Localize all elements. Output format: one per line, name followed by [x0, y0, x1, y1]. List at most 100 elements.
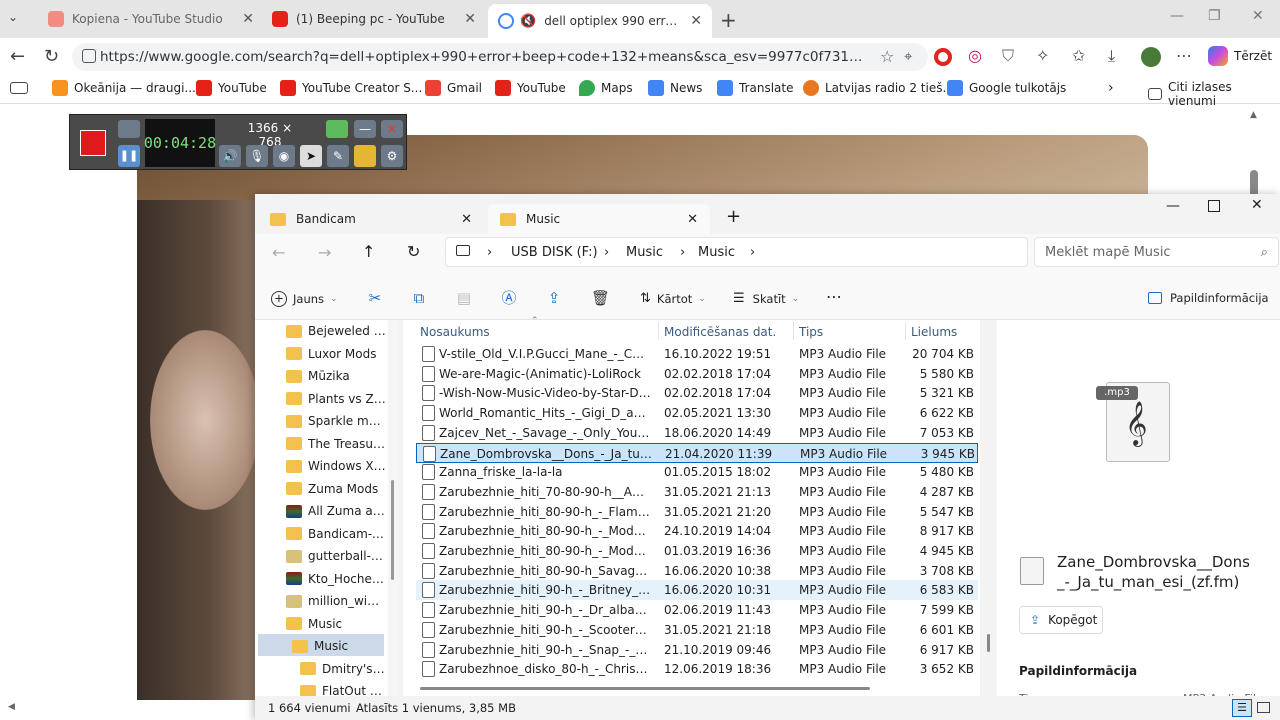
chevron-right-icon[interactable]: ›: [1108, 80, 1114, 96]
bookmark-item[interactable]: Latvijas radio 2 tieš...: [803, 80, 954, 96]
column-header-size[interactable]: Lielums: [911, 325, 957, 339]
tab-actions-button[interactable]: ⌄: [8, 10, 30, 28]
folder-icon[interactable]: [354, 145, 376, 167]
file-row[interactable]: Zarubezhnie_hiti_90-h_-_Snap_-_Rhythm...…: [416, 640, 978, 660]
restore-icon[interactable]: ❐: [1208, 8, 1221, 24]
minimize-icon[interactable]: —: [354, 120, 376, 138]
explorer-tab-music[interactable]: Music ✕: [488, 204, 710, 234]
tree-item[interactable]: gutterball-3-ma: [286, 545, 386, 567]
copilot-button[interactable]: Tērzēt: [1208, 46, 1272, 66]
search-input[interactable]: Meklēt mapē Music ⌕: [1034, 237, 1279, 267]
bookmark-item[interactable]: Gmail: [425, 80, 482, 96]
new-button[interactable]: + Jauns ⌄: [271, 291, 338, 307]
tree-item[interactable]: Dmitry's mus: [300, 658, 386, 680]
downloads-icon[interactable]: ⤓: [1108, 46, 1128, 66]
extension-icon[interactable]: ◎: [968, 46, 988, 66]
minimize-icon[interactable]: —: [1166, 198, 1180, 214]
details-pane-button[interactable]: Papildinformācija: [1148, 291, 1269, 305]
more-options-icon[interactable]: ⋯: [826, 287, 842, 306]
back-icon[interactable]: ←: [10, 46, 25, 67]
tree-item[interactable]: Mūzika: [286, 365, 386, 387]
webcam-icon[interactable]: ◉: [273, 145, 295, 167]
file-row[interactable]: V-stile_Old_V.I.P.Gucci_Mane_-_Coca_Co..…: [416, 344, 978, 364]
up-icon[interactable]: ↑: [362, 242, 375, 261]
favorites-icon[interactable]: ✩: [1072, 46, 1092, 66]
tree-item[interactable]: Music: [292, 635, 392, 657]
file-row[interactable]: Zarubezhnie_hiti_80-90-h_-_Modern_Talk..…: [416, 541, 978, 561]
file-row[interactable]: World_Romantic_Hits_-_Gigi_D_agostino...…: [416, 403, 978, 423]
close-window-icon[interactable]: ✕: [1251, 197, 1263, 213]
file-row[interactable]: Zarubezhnie_hiti_70-80-90-h__ABBA_-_M...…: [416, 482, 978, 502]
column-header-name[interactable]: Nosaukums: [420, 325, 490, 339]
close-tab-icon[interactable]: ✕: [687, 212, 698, 227]
scroll-thumb[interactable]: [391, 480, 394, 580]
file-row[interactable]: Zarubezhnie_hiti_90-h_-_Scooter_-_Fire_(…: [416, 620, 978, 640]
pause-button[interactable]: ❚❚: [118, 145, 140, 167]
tree-item[interactable]: The Treasures of: [286, 433, 386, 455]
file-row[interactable]: Zarubezhnie_hiti_80-90-h_Savage_-_Dont..…: [416, 561, 978, 581]
new-tab-button[interactable]: +: [726, 206, 741, 227]
browser-tab-beeping-pc[interactable]: (1) Beeping pc - YouTube ✕: [262, 4, 486, 34]
paste-icon[interactable]: ▤: [456, 290, 472, 306]
bookmark-item[interactable]: Translate: [717, 80, 794, 96]
close-tab-icon[interactable]: ✕: [464, 11, 476, 27]
close-tab-icon[interactable]: ✕: [242, 11, 254, 27]
speaker-icon[interactable]: 🔊: [219, 145, 241, 167]
column-header-date[interactable]: Modificēšanas dat.: [664, 325, 776, 339]
muted-speaker-icon[interactable]: 🔇: [520, 14, 536, 29]
tree-item[interactable]: Plants vs Zombies: [286, 388, 386, 410]
scroll-left-icon[interactable]: ◀: [8, 702, 15, 712]
bookmark-item[interactable]: YouTube: [495, 80, 566, 96]
sidebar-toggle-icon[interactable]: [10, 82, 28, 94]
more-menu-icon[interactable]: ⋯: [1176, 46, 1196, 66]
tree-item[interactable]: Bejeweled mods: [286, 320, 386, 342]
breadcrumb-item[interactable]: Music: [698, 245, 735, 260]
delete-icon[interactable]: 🗑: [591, 290, 610, 306]
share-icon[interactable]: ⇪: [546, 290, 562, 306]
file-row[interactable]: Zane_Dombrovska__Dons_-_Ja_tu_man_e... 21…: [416, 442, 978, 463]
copy-icon[interactable]: ⧉: [411, 290, 427, 306]
shield-icon[interactable]: ⛉: [1002, 46, 1022, 66]
gear-icon[interactable]: ⚙: [381, 145, 403, 167]
list-scroll-thumb[interactable]: [987, 634, 990, 652]
favorite-star-icon[interactable]: ☆: [880, 47, 894, 66]
file-row[interactable]: Zarubezhnie_hiti_90-h_-_Dr_alban_-_Its_.…: [416, 600, 978, 620]
breadcrumb-item[interactable]: Music: [626, 245, 663, 260]
cut-icon[interactable]: ✂: [367, 290, 383, 306]
file-row[interactable]: Zarubezhnie_hiti_80-90-h_-_Flames_of_lo.…: [416, 502, 978, 522]
column-header-type[interactable]: Tips: [799, 325, 823, 339]
scroll-up-icon[interactable]: ▲: [1250, 110, 1257, 120]
close-icon[interactable]: ✕: [381, 120, 403, 138]
file-row[interactable]: Zarubezhnoe_disko_80-h_-_Chris_Norma... 1…: [416, 659, 978, 679]
tree-item[interactable]: Windows XP Da: [286, 455, 386, 477]
reload-icon[interactable]: ↻: [44, 46, 59, 67]
cursor-icon[interactable]: ➤: [300, 145, 322, 167]
browser-tab-youtube-studio[interactable]: Kopiena - YouTube Studio ✕: [38, 4, 264, 34]
address-bar[interactable]: https://www.google.com/search?q=dell+opt…: [72, 43, 928, 71]
tree-item[interactable]: Zuma Mods: [286, 478, 386, 500]
rename-icon[interactable]: Ⓐ: [501, 290, 517, 306]
tree-item[interactable]: All Zuma and Lu: [286, 500, 386, 522]
tree-item[interactable]: Bandicam-Activ: [286, 523, 386, 545]
horizontal-scrollbar[interactable]: [420, 687, 870, 690]
microphone-icon[interactable]: 🎙: [246, 145, 268, 167]
file-row[interactable]: We-are-Magic-(Animatic)-LoliRock 02.02.20…: [416, 364, 978, 384]
bookmark-item[interactable]: YouTube Creator S...: [280, 80, 422, 96]
new-tab-button[interactable]: +: [720, 8, 737, 32]
copy-path-button[interactable]: ⇪ Kopēgot: [1019, 606, 1103, 634]
browser-tab-google-search[interactable]: 🔇 dell optiplex 990 error beep c ✕: [488, 4, 712, 38]
other-bookmarks[interactable]: Citi izlases vienumi: [1148, 80, 1280, 108]
view-button[interactable]: ☰ Skatīt ⌄: [733, 291, 799, 306]
minimize-icon[interactable]: —: [1170, 8, 1184, 24]
bookmark-item[interactable]: Maps: [579, 80, 633, 96]
tree-scrollbar[interactable]: [388, 320, 398, 696]
window-mode-button[interactable]: [326, 120, 348, 138]
file-row[interactable]: Zarubezhnie_hiti_80-90-h_-_Modern_Talk..…: [416, 521, 978, 541]
camera-icon[interactable]: [118, 120, 140, 138]
close-tab-icon[interactable]: ✕: [461, 212, 472, 227]
puzzle-icon[interactable]: ✧: [1036, 46, 1056, 66]
tree-item[interactable]: Music: [286, 613, 386, 635]
tree-item[interactable]: Kto_Hochet_Sta: [286, 568, 386, 590]
close-tab-icon[interactable]: ✕: [690, 13, 702, 29]
location-icon[interactable]: ⌖: [904, 47, 912, 65]
